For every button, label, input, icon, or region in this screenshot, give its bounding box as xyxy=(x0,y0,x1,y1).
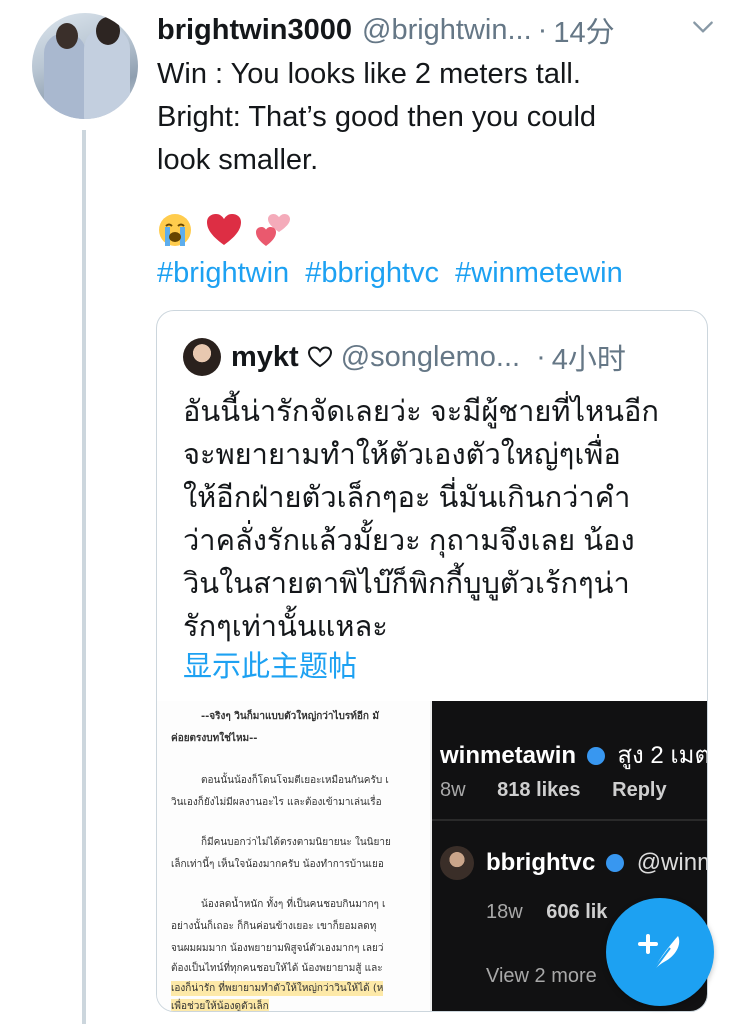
quoted-text-line: ให้อีกฝ่ายตัวเล็กๆอะ นี่มันเกินกว่าคำ xyxy=(183,482,631,514)
crying-face-icon xyxy=(159,214,191,246)
article-line-highlighted: เพื่อช่วยให้น้องดูตัวเล็ก xyxy=(171,999,269,1011)
comment-row: winmetawin สูง 2 เมตร xyxy=(440,735,707,774)
article-line: ตอนนั้นน้องก็โดนโจมตีเยอะเหมือนกันครับ เ xyxy=(201,775,389,786)
display-name[interactable]: brightwin3000 xyxy=(157,14,352,47)
article-line-highlighted: เองก็น่ารัก ที่พยายามทำตัวให้ใหญ่กว่าวิน… xyxy=(171,981,384,996)
comment-reply: Reply xyxy=(612,779,667,801)
chevron-down-icon[interactable] xyxy=(690,14,716,40)
quoted-display-name: mykt xyxy=(231,340,299,373)
quoted-tweet-header: mykt @songlemo... · 4小时 xyxy=(183,337,626,377)
article-line: น้องลดน้ำหนัก ทั้งๆ ที่เป็นคนชอบกินมากๆ … xyxy=(201,899,386,910)
quoted-text-line: ว่าคลั่งรักแล้วมั้ยวะ กุถามจึงเลย น้อง xyxy=(183,525,635,557)
show-thread-link[interactable]: 显示此主题帖 xyxy=(183,643,357,685)
hashtag-link[interactable]: #bbrightvc xyxy=(305,257,439,289)
article-line: ก็มีคนบอกว่าไม่ได้ตรงตามนิยายนะ ในนิยาย xyxy=(201,837,391,848)
hashtag-link[interactable]: #brightwin xyxy=(157,257,289,289)
separator-dot: · xyxy=(537,13,548,46)
divider xyxy=(432,819,707,821)
user-handle[interactable]: @brightwin... xyxy=(362,14,532,47)
verified-badge-icon xyxy=(606,854,625,872)
verified-badge-icon xyxy=(586,747,605,765)
tweet-text-line: Win : You looks like 2 meters tall. xyxy=(157,58,581,90)
tweet-text-line: Bright: That’s good then you could xyxy=(157,101,597,133)
media-image-article[interactable]: --จริงๆ วินก็มาแบบตัวใหญ่กว่าไบรท์อีก มั… xyxy=(157,701,432,1011)
tweet-text: Win : You looks like 2 meters tall. Brig… xyxy=(157,53,717,182)
quoted-text-line: จะพยายามทำให้ตัวเองตัวใหญ่ๆเพื่อ xyxy=(183,439,621,471)
red-heart-icon xyxy=(207,214,241,245)
article-line: เล็กเท่านี้ๆ เห็นใจน้องมากครับ น้องทำการ… xyxy=(171,859,384,870)
quoted-tweet-card[interactable]: mykt @songlemo... · 4小时 อันนี้น่ารักจัดเ… xyxy=(156,310,708,1012)
comment-text: สูง 2 เมตร xyxy=(617,742,707,769)
view-more-replies: View 2 more xyxy=(486,965,597,987)
article-line: ต้องเป็นไทน์ที่ทุกคนชอบให้ได้ น้องพยายาม… xyxy=(171,963,383,974)
comment-username: winmetawin xyxy=(440,742,577,769)
article-line: จนผมผมมาก น้องพยายามพิสูจน์ตัวเองมากๆ เล… xyxy=(171,943,384,954)
comment-avatar xyxy=(440,846,474,880)
avatar[interactable] xyxy=(32,13,138,119)
article-line: อย่างนั้นก็เถอะ ก็กินค่อนข้างเยอะ เขาก็ย… xyxy=(171,921,377,932)
compose-tweet-button[interactable] xyxy=(606,898,714,1006)
quoted-avatar xyxy=(183,338,221,376)
quoted-text-line: อันนี้น่ารักจัดเลยว่ะ จะมีผู้ชายที่ไหนอี… xyxy=(183,396,659,428)
comment-age: 18w xyxy=(486,901,523,923)
comment-likes: 606 lik xyxy=(546,901,608,923)
comment-meta: 8w 818 likes Reply xyxy=(440,779,693,802)
quoted-tweet-text: อันนี้น่ารักจัดเลยว่ะ จะมีผู้ชายที่ไหนอี… xyxy=(183,391,683,649)
emoji-row xyxy=(157,210,291,250)
tweet-text-line: look smaller. xyxy=(157,144,319,176)
comment-username: bbrightvc xyxy=(486,849,596,876)
quoted-text-line: วินในสายตาพิไบ๊ก็พิกกี้บูบูตัวเร้กๆน่า xyxy=(183,568,630,600)
timestamp[interactable]: 14分 xyxy=(553,9,614,51)
article-line: ค่อยตรงบทใช่ไหม-- xyxy=(171,733,258,744)
comment-likes: 818 likes xyxy=(497,779,581,801)
hashtag-link[interactable]: #winmetewin xyxy=(455,257,623,289)
hashtag-list: #brightwin #bbrightvc #winmetewin xyxy=(157,253,631,293)
separator-dot: · xyxy=(536,340,546,373)
comment-meta: 18w 606 lik xyxy=(486,901,607,924)
comment-row: bbrightvc @winm xyxy=(486,849,707,877)
article-line: --จริงๆ วินก็มาแบบตัวใหญ่กว่าไบรท์อีก มั xyxy=(201,711,379,722)
comment-age: 8w xyxy=(440,779,466,801)
article-line: วินเองก็ยังไม่มีผลงานอะไร และต้องเข้ามาเ… xyxy=(171,797,382,808)
tweet-header: brightwin3000 @brightwin... · 14分 xyxy=(157,9,717,51)
quoted-user-handle: @songlemo... xyxy=(340,340,521,373)
thread-line xyxy=(82,130,86,1024)
feather-plus-icon xyxy=(638,934,680,973)
two-hearts-icon xyxy=(256,214,290,246)
quoted-timestamp: 4小时 xyxy=(551,344,626,376)
heart-outline-icon xyxy=(307,346,332,368)
comment-text: @winm xyxy=(636,849,707,876)
